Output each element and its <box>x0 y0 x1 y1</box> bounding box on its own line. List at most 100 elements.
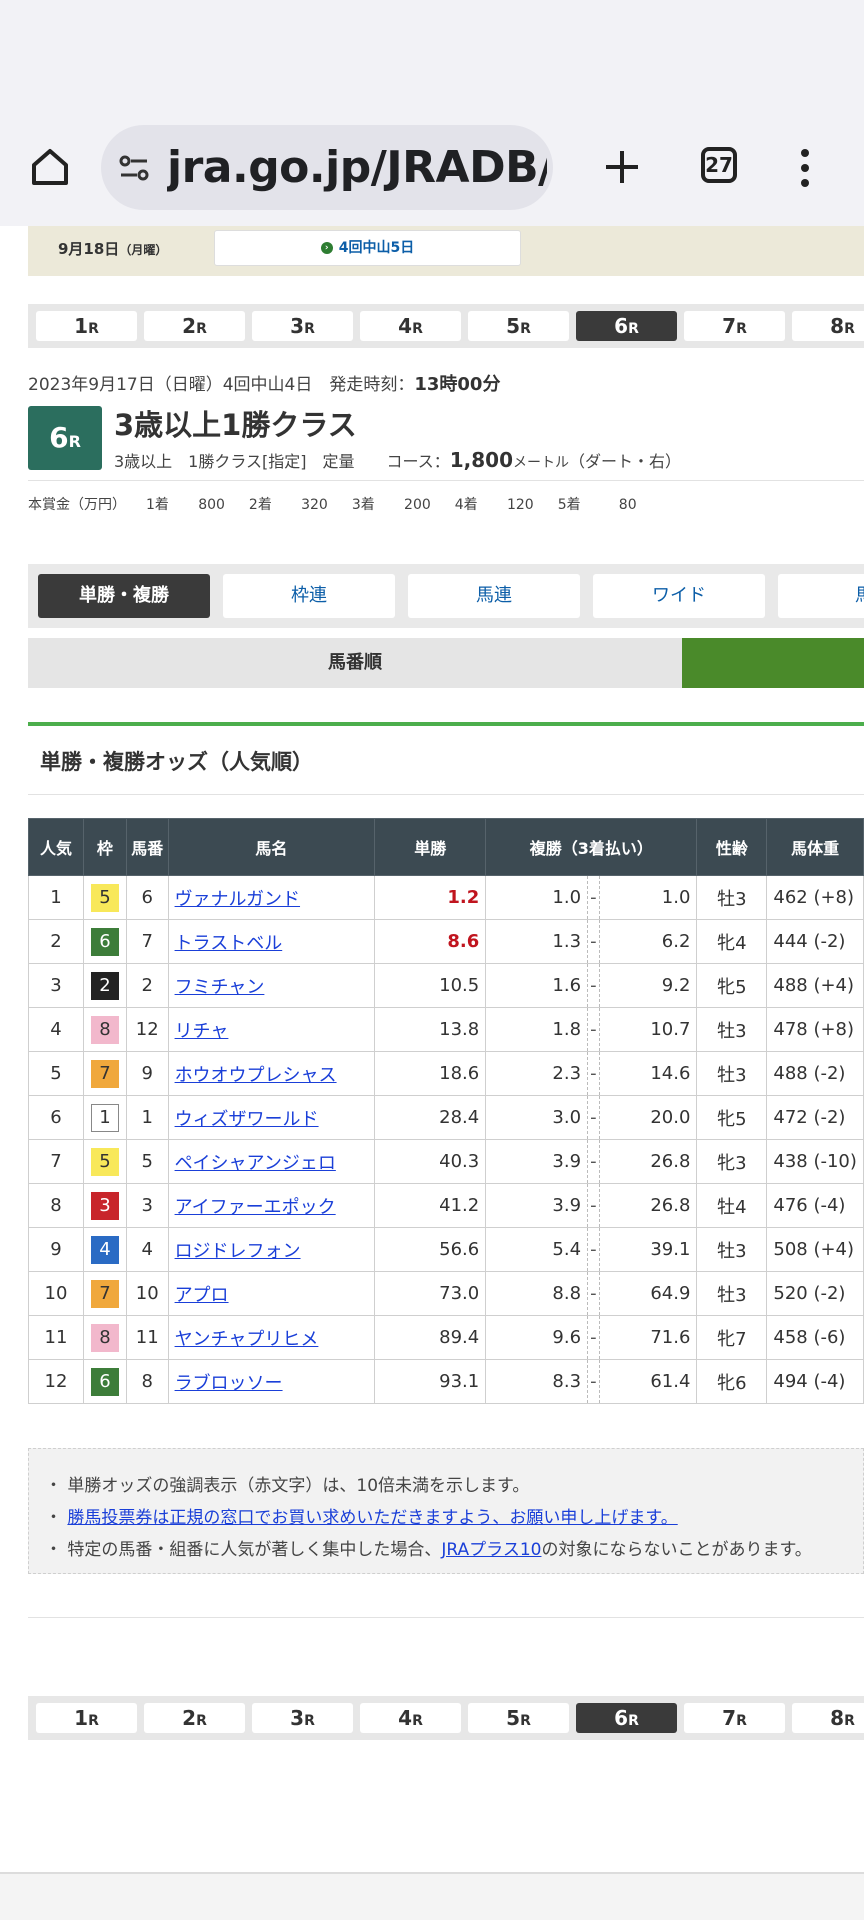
sort-by-popularity-button[interactable] <box>682 638 864 688</box>
horse-name-link[interactable]: フミチャン <box>175 977 265 998</box>
race-6-button[interactable]: 6R <box>576 311 677 341</box>
place-odds-low-cell: 3.9 <box>485 1139 588 1184</box>
place-odds-low-cell: 8.3 <box>485 1359 588 1404</box>
place-odds-high-cell: 61.4 <box>599 1359 698 1404</box>
race-number: 3 <box>290 1706 305 1730</box>
bet-tab-2[interactable]: 馬連 <box>408 574 580 618</box>
frame-badge: 4 <box>90 1235 119 1264</box>
race-3-button[interactable]: 3R <box>252 311 353 341</box>
bet-tab-0[interactable]: 単勝・複勝 <box>38 574 210 618</box>
race-number: 1 <box>74 314 89 338</box>
horse-name-link[interactable]: ロジドレフォン <box>175 1241 301 1262</box>
horse-name-link[interactable]: ウィズザワールド <box>175 1109 319 1130</box>
race-suffix: R <box>736 321 747 337</box>
frame-cell: 1 <box>82 1095 127 1140</box>
site-settings-icon[interactable] <box>117 151 151 185</box>
horse-name-link[interactable]: ラブロッソー <box>175 1373 283 1394</box>
sex-age-cell: 牝4 <box>696 919 768 964</box>
note-text: 単勝オッズの強調表示（赤文字）は、10倍未満を示します。 <box>67 1476 530 1496</box>
frame-cell: 2 <box>82 963 127 1008</box>
rank-cell: 1 <box>28 875 84 920</box>
race-4-button[interactable]: 4R <box>360 1703 461 1733</box>
place-odds-low-cell: 1.0 <box>485 875 588 920</box>
race-7-button[interactable]: 7R <box>684 1703 785 1733</box>
race-6-button[interactable]: 6R <box>576 1703 677 1733</box>
win-odds-cell: 1.2 <box>374 875 487 920</box>
sort-by-number-button[interactable]: 馬番順 <box>28 638 682 688</box>
race-4-button[interactable]: 4R <box>360 311 461 341</box>
bet-tab-3[interactable]: ワイド <box>593 574 765 618</box>
rank-cell: 5 <box>28 1051 84 1096</box>
address-bar[interactable]: jra.go.jp/JRADB/ac <box>101 125 553 210</box>
place-odds-high-cell: 26.8 <box>599 1139 698 1184</box>
horse-number-cell: 10 <box>125 1271 169 1316</box>
horse-number-cell: 4 <box>125 1227 169 1272</box>
horse-name-link[interactable]: アプロ <box>175 1285 229 1306</box>
body-weight-cell: 462 (+8) <box>766 875 864 920</box>
race-suffix: R <box>520 321 531 337</box>
place-odds-high-cell: 71.6 <box>599 1315 698 1360</box>
sort-toggle: 馬番順 <box>28 638 864 688</box>
race-suffix: R <box>628 1713 639 1729</box>
win-odds-cell: 8.6 <box>374 919 487 964</box>
meeting-link-label: 4回中山5日 <box>338 240 415 256</box>
frame-cell: 8 <box>82 1315 127 1360</box>
win-odds-cell: 56.6 <box>374 1227 487 1272</box>
race-7-button[interactable]: 7R <box>684 311 785 341</box>
url-text[interactable]: jra.go.jp/JRADB/ac <box>167 143 547 193</box>
sex-age-cell: 牡3 <box>696 1007 768 1052</box>
horse-number-cell: 12 <box>125 1007 169 1052</box>
horse-name-link[interactable]: リチャ <box>175 1021 229 1042</box>
race-1-button[interactable]: 1R <box>36 1703 137 1733</box>
sex-age-cell: 牝6 <box>696 1359 768 1404</box>
prize-amount: 120 <box>506 497 534 513</box>
place-odds-separator: - <box>587 1007 600 1052</box>
rank-cell: 4 <box>28 1007 84 1052</box>
horse-name-link[interactable]: ホウオウプレシャス <box>175 1065 337 1086</box>
place-odds-high-cell: 6.2 <box>599 919 698 964</box>
race-2-button[interactable]: 2R <box>144 311 245 341</box>
new-tab-icon[interactable] <box>598 143 646 191</box>
more-menu-icon[interactable] <box>790 145 820 191</box>
note-text: 特定の馬番・組番に人気が著しく集中した場合、 <box>67 1540 442 1560</box>
body-weight-cell: 478 (+8) <box>766 1007 864 1052</box>
bet-tab-1[interactable]: 枠連 <box>223 574 395 618</box>
table-row: 12 6 8 ラブロッソー 93.1 8.3-61.4 牝6 494 (-4) <box>28 1359 864 1404</box>
race-2-button[interactable]: 2R <box>144 1703 245 1733</box>
prize-item: 1着 800 <box>146 494 225 514</box>
race-8-button[interactable]: 8R <box>792 1703 864 1733</box>
horse-name-link[interactable]: トラストベル <box>175 933 283 954</box>
rank-cell: 12 <box>28 1359 84 1404</box>
prize-place: 4着 <box>454 497 478 513</box>
body-weight-cell: 472 (-2) <box>766 1095 864 1140</box>
bullet: ・ <box>45 1540 62 1560</box>
horse-name-cell: ホウオウプレシャス <box>167 1051 376 1096</box>
jra-plus10-link[interactable]: JRAプラス10 <box>441 1540 541 1560</box>
race-8-button[interactable]: 8R <box>792 311 864 341</box>
place-odds-high-cell: 10.7 <box>599 1007 698 1052</box>
meeting-link-button[interactable]: › 4回中山5日 <box>214 230 521 266</box>
race-3-button[interactable]: 3R <box>252 1703 353 1733</box>
home-icon[interactable] <box>26 143 74 191</box>
tab-switcher-button[interactable]: 27 <box>701 147 737 183</box>
purchase-notice-link[interactable]: 勝馬投票券は正規の窓口でお買い求めいただきますよう、お願い申し上げます。 <box>67 1508 677 1528</box>
horse-name-link[interactable]: ペイシャアンジェロ <box>175 1153 336 1174</box>
body-weight-cell: 488 (-2) <box>766 1051 864 1096</box>
bet-tab-4[interactable]: 馬 <box>778 574 864 618</box>
race-5-button[interactable]: 5R <box>468 311 569 341</box>
horse-name-link[interactable]: ヴァナルガンド <box>175 889 300 910</box>
horse-number-cell: 1 <box>125 1095 169 1140</box>
place-odds-low-cell: 3.9 <box>485 1183 588 1228</box>
table-row: 3 2 2 フミチャン 10.5 1.6-9.2 牝5 488 (+4) <box>28 963 864 1008</box>
place-odds-separator: - <box>587 1095 600 1140</box>
col-place: 複勝（3着払い） <box>485 818 698 876</box>
horse-number-cell: 7 <box>125 919 169 964</box>
body-weight-cell: 508 (+4) <box>766 1227 864 1272</box>
race-5-button[interactable]: 5R <box>468 1703 569 1733</box>
horse-name-link[interactable]: ヤンチャプリヒメ <box>175 1329 319 1350</box>
win-odds-cell: 73.0 <box>374 1271 487 1316</box>
race-1-button[interactable]: 1R <box>36 311 137 341</box>
horse-name-link[interactable]: アイファーエポック <box>175 1197 336 1218</box>
place-odds-separator: - <box>587 963 600 1008</box>
divider <box>28 794 864 795</box>
